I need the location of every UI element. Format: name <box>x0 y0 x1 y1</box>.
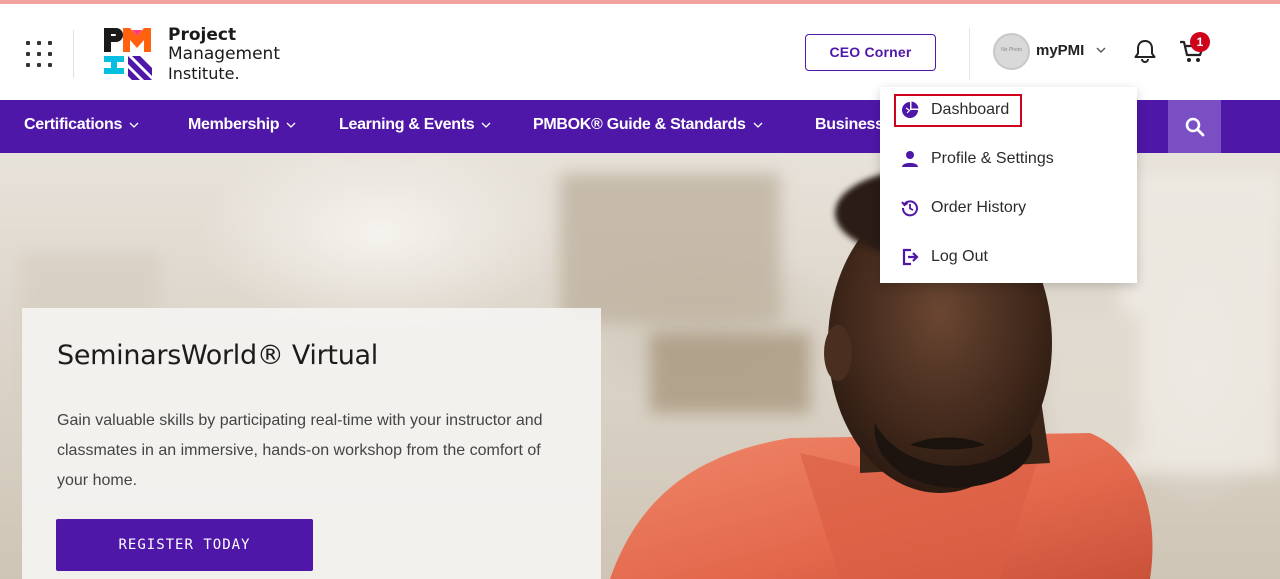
menu-item-label: Profile & Settings <box>931 150 1054 167</box>
nav-item-learning-events[interactable]: Learning & Events <box>339 116 492 134</box>
promo-title: SeminarsWorld® Virtual <box>57 340 378 371</box>
ceo-corner-button[interactable]: CEO Corner <box>805 34 936 71</box>
cart-count-badge: 1 <box>1190 32 1210 52</box>
nav-item-label: Certifications <box>24 116 123 133</box>
apps-grid-icon[interactable] <box>26 41 52 67</box>
chevron-down-icon <box>753 122 763 128</box>
history-icon <box>901 200 918 217</box>
bell-icon[interactable] <box>1133 38 1157 64</box>
menu-item-dashboard[interactable]: Dashboard <box>894 94 1114 126</box>
nav-item-label: Learning & Events <box>339 116 475 133</box>
menu-item-label: Order History <box>931 199 1027 216</box>
register-today-button[interactable]: REGISTER TODAY <box>56 519 313 571</box>
nav-item-label: PMBOK® Guide & Standards <box>533 116 746 133</box>
logo-line-1: Project <box>168 25 237 45</box>
logo-line-2: Management <box>168 44 280 64</box>
nav-item-pmbok-guide[interactable]: PMBOK® Guide & Standards <box>533 116 764 134</box>
account-menu-label[interactable]: myPMI <box>1036 42 1084 59</box>
logout-icon <box>902 248 919 266</box>
menu-item-label: Log Out <box>931 248 988 265</box>
nav-item-label: Business <box>815 116 884 133</box>
site-header: Project Management Institute. CEO Corner… <box>0 4 1280 100</box>
chevron-down-icon <box>129 122 139 128</box>
menu-item-order-history[interactable]: Order History <box>894 192 1114 224</box>
chevron-down-icon <box>286 122 296 128</box>
search-icon <box>1185 117 1205 137</box>
nav-item-membership[interactable]: Membership <box>188 116 297 134</box>
avatar[interactable]: No Photo <box>993 33 1030 70</box>
avatar-placeholder-text: No Photo <box>1001 47 1022 53</box>
logo-wordmark: Project Management Institute. <box>168 25 280 84</box>
account-dropdown-menu: Dashboard Profile & Settings Order Histo… <box>880 87 1137 283</box>
menu-item-log-out[interactable]: Log Out <box>894 241 1114 273</box>
promo-description: Gain valuable skills by participating re… <box>57 412 543 489</box>
search-button[interactable] <box>1168 100 1221 153</box>
person-icon <box>902 151 918 167</box>
logo-line-3: Institute. <box>168 64 240 83</box>
menu-item-profile-settings[interactable]: Profile & Settings <box>894 143 1114 175</box>
dashboard-icon <box>902 101 919 118</box>
pmi-logo[interactable]: Project Management Institute. <box>102 25 292 84</box>
pmi-logo-mark-icon <box>104 28 152 80</box>
header-divider <box>73 30 74 78</box>
chevron-down-icon <box>481 122 491 128</box>
menu-item-label: Dashboard <box>931 101 1010 118</box>
nav-item-label: Membership <box>188 116 280 133</box>
header-divider-right <box>969 28 970 80</box>
chevron-down-icon[interactable] <box>1095 44 1107 56</box>
nav-item-certifications[interactable]: Certifications <box>24 116 140 134</box>
promo-card: SeminarsWorld® Virtual Gain valuable ski… <box>22 308 601 579</box>
nav-item-business[interactable]: Business <box>815 116 884 134</box>
